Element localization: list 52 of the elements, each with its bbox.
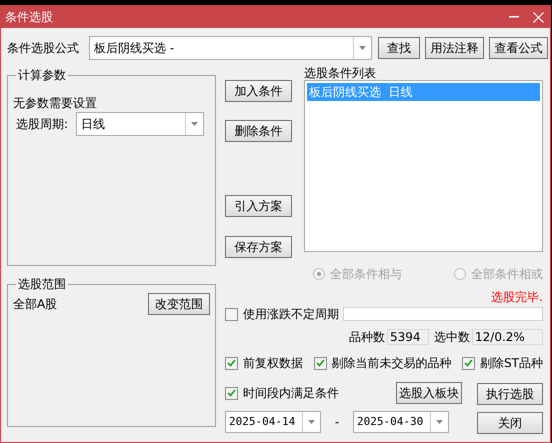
params-title: 计算参数: [17, 67, 67, 84]
checkbox[interactable]: [225, 386, 238, 400]
checkbox-label: 前复权数据: [243, 355, 303, 372]
checkbox-label: 使用涨跌不定周期: [243, 306, 339, 323]
check-icon: [464, 359, 474, 367]
checkbox[interactable]: [225, 308, 238, 320]
period-combobox[interactable]: 日线: [76, 112, 204, 136]
condition-button[interactable]: 加入条件: [225, 80, 292, 102]
condition-button[interactable]: 保存方案: [225, 236, 292, 258]
checkbox[interactable]: [462, 356, 476, 370]
checkbox[interactable]: [314, 356, 327, 370]
status-text: 选股完毕.: [491, 289, 543, 304]
run-button[interactable]: 执行选股: [477, 383, 543, 405]
count-field: 5394: [387, 329, 429, 345]
range-title: 选股范围: [17, 276, 67, 293]
range-value: 全部A股: [13, 296, 58, 313]
check-icon: [227, 389, 236, 397]
list-title: 选股条件列表: [304, 66, 377, 80]
date-from-picker[interactable]: 2025-04-14: [225, 411, 321, 433]
radio-label: 全部条件相与: [330, 266, 402, 283]
checkbox-label: 剔除当前未交易的品种: [332, 355, 452, 372]
count-label: 品种数: [349, 329, 385, 346]
formula-button[interactable]: 查找: [378, 37, 420, 59]
caret-icon: [191, 122, 198, 126]
check-icon: [316, 359, 325, 367]
condition-button[interactable]: 删除条件: [225, 120, 292, 142]
close-button[interactable]: 关闭: [477, 412, 543, 434]
count-label: 选中数: [434, 329, 470, 346]
caret-icon: [359, 46, 366, 50]
add-to-block-button[interactable]: 选股入板块: [396, 382, 462, 404]
radio-label: 全部条件相或: [471, 266, 543, 283]
formula-combobox[interactable]: 板后阴线买选 -: [89, 36, 372, 60]
caret-icon: [308, 420, 315, 424]
formula-button[interactable]: 用法注释: [425, 37, 484, 59]
checkbox[interactable]: [225, 356, 238, 370]
caret-icon: [436, 420, 443, 424]
date-to-picker[interactable]: 2025-04-30: [353, 411, 449, 433]
check-icon: [227, 359, 236, 367]
minimize-icon[interactable]: [509, 16, 519, 18]
window-title: 条件选股: [5, 9, 54, 26]
formula-label: 条件选股公式: [7, 40, 80, 57]
checkbox-label: 剔除ST品种: [480, 355, 543, 372]
count-field: 12/0.2%: [472, 329, 543, 345]
formula-button[interactable]: 查看公式: [489, 37, 548, 59]
params-text: 无参数需要设置: [13, 95, 98, 112]
date-separator: -: [334, 414, 340, 431]
period-field[interactable]: [343, 307, 543, 321]
condition-button[interactable]: 引入方案: [225, 195, 292, 217]
close-icon[interactable]: [533, 12, 544, 22]
change-range-button[interactable]: 改变范围: [148, 293, 210, 315]
checkbox-label: 时间段内满足条件: [243, 385, 339, 402]
period-label: 选股周期:: [15, 116, 70, 133]
